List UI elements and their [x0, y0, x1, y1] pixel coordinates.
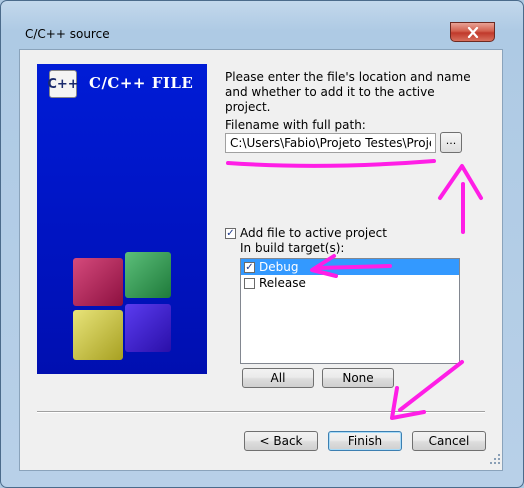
- close-button[interactable]: [450, 22, 495, 42]
- finish-button[interactable]: Finish: [328, 431, 402, 451]
- cancel-button[interactable]: Cancel: [412, 431, 486, 451]
- filename-label: Filename with full path:: [225, 118, 366, 132]
- checkbox-checked-icon[interactable]: ✓: [244, 262, 255, 273]
- wizard-banner-image: C++ C/C++ FILE: [37, 64, 207, 374]
- close-icon: [467, 26, 478, 38]
- build-targets-label: In build target(s):: [240, 241, 345, 255]
- target-label: Debug: [259, 260, 299, 274]
- checkbox-unchecked-icon[interactable]: [244, 278, 255, 289]
- build-targets-list[interactable]: ✓ Debug Release: [240, 258, 460, 364]
- checkbox-checked-icon: ✓: [225, 228, 236, 239]
- banner-title: C/C++ FILE: [89, 74, 194, 92]
- footer-divider: [37, 411, 485, 413]
- target-label: Release: [259, 276, 306, 290]
- back-button[interactable]: < Back: [244, 431, 318, 451]
- dialog-window: C/C++ source C++ C/C++ FILE Please enter…: [0, 0, 524, 488]
- wizard-client-area: C++ C/C++ FILE Please enter the file's l…: [19, 49, 503, 471]
- select-none-button[interactable]: None: [322, 368, 394, 388]
- add-to-project-checkbox[interactable]: ✓ Add file to active project: [225, 226, 387, 240]
- target-item-debug[interactable]: ✓ Debug: [241, 259, 459, 275]
- add-to-project-label: Add file to active project: [240, 226, 387, 240]
- select-all-button[interactable]: All: [242, 368, 314, 388]
- target-item-release[interactable]: Release: [241, 275, 459, 291]
- browse-button[interactable]: ...: [440, 132, 462, 153]
- filename-input[interactable]: [225, 133, 436, 153]
- window-title: C/C++ source: [25, 27, 110, 41]
- resize-grip-icon[interactable]: [489, 453, 501, 465]
- instructions-text: Please enter the file's location and nam…: [225, 70, 471, 114]
- cpp-logo-icon: C++: [47, 70, 79, 98]
